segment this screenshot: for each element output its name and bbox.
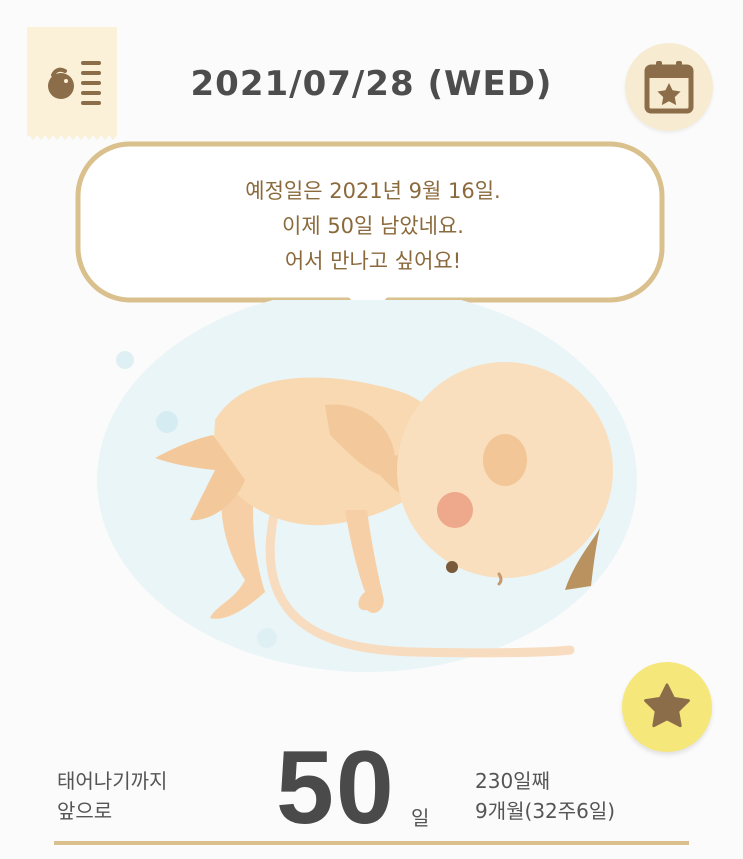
pregnancy-day: 230일째 (475, 769, 550, 793)
bubble-line-3: 어서 만나고 싶어요! (284, 249, 462, 273)
countdown-label-line2: 앞으로 (57, 799, 113, 823)
divider (54, 841, 689, 845)
countdown-label-line1: 태어나기까지 (57, 769, 168, 793)
bubble-line-1: 예정일은 2021년 9월 16일. (245, 179, 501, 203)
days-remaining-count: 50 (276, 730, 396, 846)
speech-bubble-text: 예정일은 2021년 9월 16일. 이제 50일 남았네요. 어서 만나고 싶… (86, 174, 660, 279)
pregnancy-progress: 230일째 9개월(32주6일) (475, 766, 615, 826)
favorite-button[interactable] (622, 662, 712, 752)
bubble-line-2: 이제 50일 남았네요. (282, 214, 464, 238)
days-unit: 일 (411, 806, 430, 830)
calendar-button[interactable] (625, 43, 713, 131)
fetus-illustration (97, 300, 637, 672)
pregnancy-month-week: 9개월(32주6일) (475, 799, 616, 823)
countdown-label: 태어나기까지 앞으로 (57, 766, 167, 826)
calendar-star-icon (644, 61, 694, 114)
star-icon (644, 683, 690, 728)
